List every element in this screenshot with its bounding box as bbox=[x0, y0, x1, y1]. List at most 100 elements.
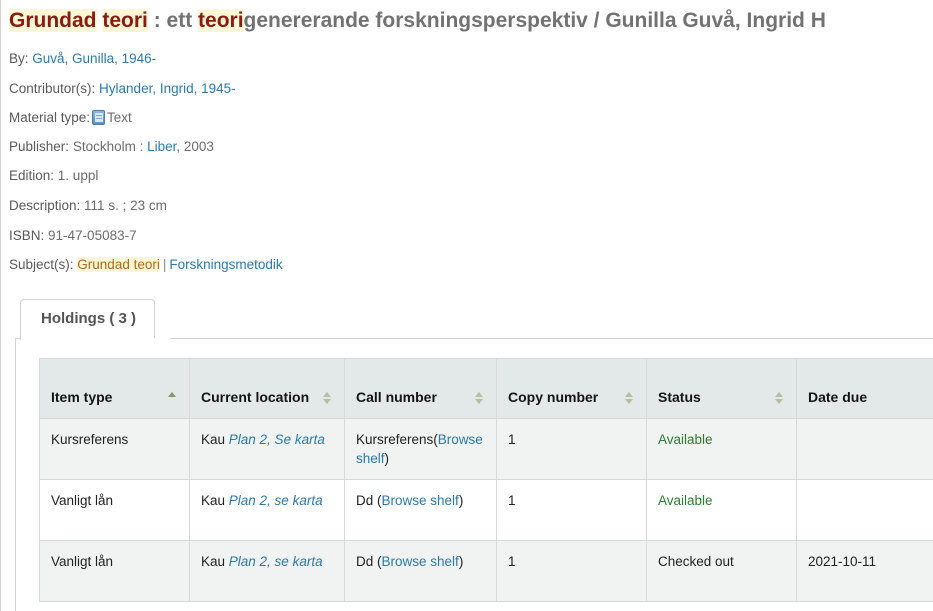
copy-number-value: 1 bbox=[508, 432, 516, 447]
status-badge: Available bbox=[658, 493, 713, 508]
cell-current-location: Kau Plan 2, se karta bbox=[189, 479, 345, 541]
browse-shelf-link[interactable]: Browse shelf bbox=[382, 554, 459, 569]
meta-row-description: Description: 111 s. ; 23 cm bbox=[9, 198, 167, 214]
holdings-table-body: Kursreferens Kau Plan 2, Se karta Kursrefe… bbox=[39, 418, 933, 602]
title-highlight-term: Grundad bbox=[9, 9, 97, 32]
contributor-label: Contributor(s): bbox=[9, 81, 96, 96]
call-number-value: Kursreferens bbox=[356, 432, 434, 447]
meta-row-publisher: Publisher: Stockholm : Liber, 2003 bbox=[9, 139, 214, 155]
holdings-table-head: Item type Current location Call number C… bbox=[39, 358, 933, 419]
text-document-icon bbox=[92, 110, 106, 125]
cell-item-type: Vanligt lån bbox=[39, 540, 190, 602]
title-text-segment: : ett bbox=[147, 9, 199, 32]
cell-copy-number: 1 bbox=[496, 418, 647, 480]
sort-both-icon[interactable] bbox=[323, 392, 332, 404]
date-due-value: 2021-10-11 bbox=[808, 554, 877, 569]
cell-current-location: Kau Plan 2, se karta bbox=[189, 540, 345, 602]
material-type-value: Text bbox=[107, 110, 132, 125]
title-text-segment: genererande forskningsperspektiv / Gunil… bbox=[243, 9, 826, 32]
cell-status: Available bbox=[646, 418, 797, 480]
meta-row-subjects: Subject(s): Grundad teori | Forskningsmeto… bbox=[9, 257, 283, 273]
location-map-link[interactable]: Plan 2, se karta bbox=[229, 493, 323, 508]
subject-separator: | bbox=[162, 257, 167, 272]
cell-copy-number: 1 bbox=[496, 479, 647, 541]
cell-item-type: Kursreferens bbox=[39, 418, 190, 480]
cell-status: Available bbox=[646, 479, 797, 541]
column-header-status-label: Status bbox=[658, 389, 701, 405]
location-map-link[interactable]: Plan 2, Se karta bbox=[229, 432, 325, 447]
copy-number-value: 1 bbox=[508, 554, 516, 569]
title-highlight-term: teori bbox=[102, 9, 148, 32]
column-header-copy-number[interactable]: Copy number bbox=[496, 358, 647, 419]
cell-call-number: Dd (Browse shelf) bbox=[344, 479, 497, 541]
author-label: By: bbox=[9, 51, 29, 66]
contributor-link[interactable]: Hylander, Ingrid, 1945- bbox=[99, 81, 236, 96]
column-header-current-location-label: Current location bbox=[201, 389, 310, 405]
column-header-date-due-label: Date due bbox=[808, 389, 868, 405]
cell-date-due bbox=[796, 479, 933, 541]
tab-holdings-label: Holdings ( 3 ) bbox=[41, 310, 136, 327]
meta-row-author: By: Guvå, Gunilla, 1946- bbox=[9, 51, 156, 67]
tab-holdings[interactable]: Holdings ( 3 ) bbox=[20, 299, 155, 340]
column-header-call-number-label: Call number bbox=[356, 389, 437, 405]
table-row: Vanligt lån Kau Plan 2, se karta Dd (Brows… bbox=[39, 540, 933, 602]
subject-link-highlighted[interactable]: Grundad teori bbox=[77, 257, 160, 272]
description-value: 111 s. ; 23 cm bbox=[84, 198, 167, 213]
item-type-value: Kursreferens bbox=[51, 432, 129, 447]
status-badge: Available bbox=[658, 432, 713, 447]
isbn-value: 91-47-05083-7 bbox=[48, 228, 137, 243]
sort-ascending-icon[interactable] bbox=[168, 392, 177, 404]
column-header-current-location[interactable]: Current location bbox=[189, 358, 345, 419]
call-number-value: Dd bbox=[356, 493, 378, 508]
table-row: Kursreferens Kau Plan 2, Se karta Kursrefe… bbox=[39, 418, 933, 480]
location-library: Kau bbox=[201, 432, 229, 447]
column-header-date-due[interactable]: Date due bbox=[796, 358, 933, 419]
sort-both-icon[interactable] bbox=[625, 392, 634, 404]
cell-call-number: Dd (Browse shelf) bbox=[344, 540, 497, 602]
copy-number-value: 1 bbox=[508, 493, 516, 508]
tab-active-mask bbox=[22, 338, 170, 340]
edition-label: Edition: bbox=[9, 168, 55, 183]
tab-strip: Holdings ( 3 ) bbox=[15, 299, 933, 340]
meta-row-edition: Edition: 1. uppl bbox=[9, 168, 98, 184]
sort-both-icon[interactable] bbox=[775, 392, 784, 404]
call-number-value: Dd bbox=[356, 554, 378, 569]
column-header-call-number[interactable]: Call number bbox=[344, 358, 497, 419]
paren-close: ) bbox=[384, 451, 390, 466]
location-library: Kau bbox=[201, 493, 229, 508]
cell-copy-number: 1 bbox=[496, 540, 647, 602]
column-header-status[interactable]: Status bbox=[646, 358, 797, 419]
holdings-table: Item type Current location Call number C… bbox=[39, 358, 933, 602]
column-header-item-type-label: Item type bbox=[51, 389, 113, 405]
cell-call-number: Kursreferens(Browse shelf) bbox=[344, 418, 497, 480]
publisher-link[interactable]: Liber bbox=[147, 139, 176, 154]
sort-both-icon[interactable] bbox=[475, 392, 484, 404]
cell-date-due: 2021-10-11 bbox=[796, 540, 933, 602]
cell-current-location: Kau Plan 2, Se karta bbox=[189, 418, 345, 480]
meta-row-isbn: ISBN: 91-47-05083-7 bbox=[9, 228, 137, 244]
cell-status: Checked out bbox=[646, 540, 797, 602]
author-link[interactable]: Guvå, Gunilla, 1946- bbox=[32, 51, 156, 66]
meta-row-material-type: Material type: Text bbox=[9, 110, 132, 126]
publisher-label: Publisher: bbox=[9, 139, 70, 154]
subject-link-secondary[interactable]: Forskningsmetodik bbox=[169, 257, 282, 272]
page-title: Grundad teori : ett teorigenererande for… bbox=[9, 6, 826, 36]
description-label: Description: bbox=[9, 198, 81, 213]
item-type-value: Vanligt lån bbox=[51, 493, 114, 508]
browse-shelf-link[interactable]: Browse shelf bbox=[382, 493, 459, 508]
location-map-link[interactable]: Plan 2, se karta bbox=[229, 554, 323, 569]
paren-close: ) bbox=[458, 493, 464, 508]
table-header-row: Item type Current location Call number C… bbox=[39, 358, 933, 419]
edition-value: 1. uppl bbox=[57, 168, 99, 183]
isbn-label: ISBN: bbox=[9, 228, 45, 243]
item-type-value: Vanligt lån bbox=[51, 554, 114, 569]
subject-label: Subject(s): bbox=[9, 257, 74, 272]
meta-row-contributor: Contributor(s): Hylander, Ingrid, 1945- bbox=[9, 81, 236, 97]
column-header-copy-number-label: Copy number bbox=[508, 389, 599, 405]
material-type-label: Material type: bbox=[9, 110, 91, 125]
record-detail-page: Grundad teori : ett teori genererande for… bbox=[0, 0, 933, 611]
publisher-place: Stockholm : bbox=[72, 139, 144, 154]
location-library: Kau bbox=[201, 554, 229, 569]
column-header-item-type[interactable]: Item type bbox=[39, 358, 190, 419]
cell-item-type: Vanligt lån bbox=[39, 479, 190, 541]
